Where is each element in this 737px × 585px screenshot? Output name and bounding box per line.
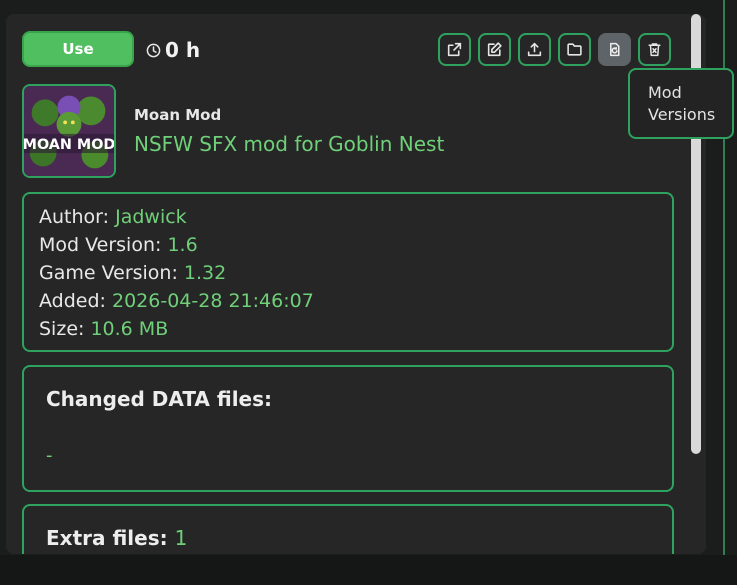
mod-thumbnail: MOAN MOD	[22, 84, 116, 178]
extra-files-heading: Extra files: 1	[46, 526, 187, 550]
thumbnail-logo-text: MOAN MOD	[24, 137, 114, 153]
external-link-icon	[447, 42, 462, 57]
playtime: 0 h	[146, 38, 200, 62]
size-value: 10.6 MB	[90, 318, 169, 340]
changed-data-section: Changed DATA files: -	[22, 365, 674, 492]
tooltip-line-2: Versions	[648, 105, 716, 124]
game-version-label: Game Version:	[39, 262, 178, 284]
changed-data-title: Changed DATA files:	[46, 387, 273, 411]
info-author: Author: Jadwick	[39, 203, 657, 231]
open-folder-button[interactable]	[558, 33, 591, 66]
extra-files-count: 1	[174, 526, 188, 550]
mod-name: Moan Mod	[134, 106, 222, 124]
folder-icon	[567, 43, 582, 56]
upload-button[interactable]	[518, 33, 551, 66]
added-label: Added:	[39, 290, 106, 312]
background-footer	[0, 555, 737, 585]
mod-versions-tooltip: Mod Versions	[628, 68, 734, 139]
mod-info-box: Author: Jadwick Mod Version: 1.6 Game Ve…	[22, 192, 674, 352]
info-size: Size: 10.6 MB	[39, 315, 657, 343]
extra-files-section: Extra files: 1	[22, 504, 674, 554]
mod-versions-icon	[610, 42, 620, 57]
author-value: Jadwick	[115, 206, 187, 228]
mod-description: NSFW SFX mod for Goblin Nest	[134, 132, 445, 156]
edit-icon	[487, 42, 502, 57]
clock-icon	[146, 43, 161, 57]
info-mod-version: Mod Version: 1.6	[39, 231, 657, 259]
edit-button[interactable]	[478, 33, 511, 66]
game-version-value: 1.32	[183, 262, 227, 284]
info-added: Added: 2026-04-28 21:46:07	[39, 287, 657, 315]
upload-icon	[527, 42, 542, 57]
changed-data-value: -	[46, 445, 53, 466]
playtime-value: 0 h	[165, 38, 201, 62]
mod-versions-button[interactable]	[598, 33, 631, 66]
delete-button[interactable]	[638, 33, 671, 66]
trash-icon	[648, 43, 661, 57]
author-label: Author:	[39, 206, 110, 228]
added-value: 2026-04-28 21:46:07	[111, 290, 314, 312]
use-button[interactable]: Use	[22, 31, 134, 67]
open-external-button[interactable]	[438, 33, 471, 66]
mod-version-label: Mod Version:	[39, 234, 162, 256]
tooltip-line-1: Mod	[648, 83, 682, 102]
mod-detail-panel: Use 0 h MOAN MOD Moan Mod NSFW SFX mod f…	[6, 14, 706, 554]
info-game-version: Game Version: 1.32	[39, 259, 657, 287]
mod-version-value: 1.6	[167, 234, 198, 256]
extra-files-title: Extra files:	[46, 526, 168, 550]
size-label: Size:	[39, 318, 85, 340]
